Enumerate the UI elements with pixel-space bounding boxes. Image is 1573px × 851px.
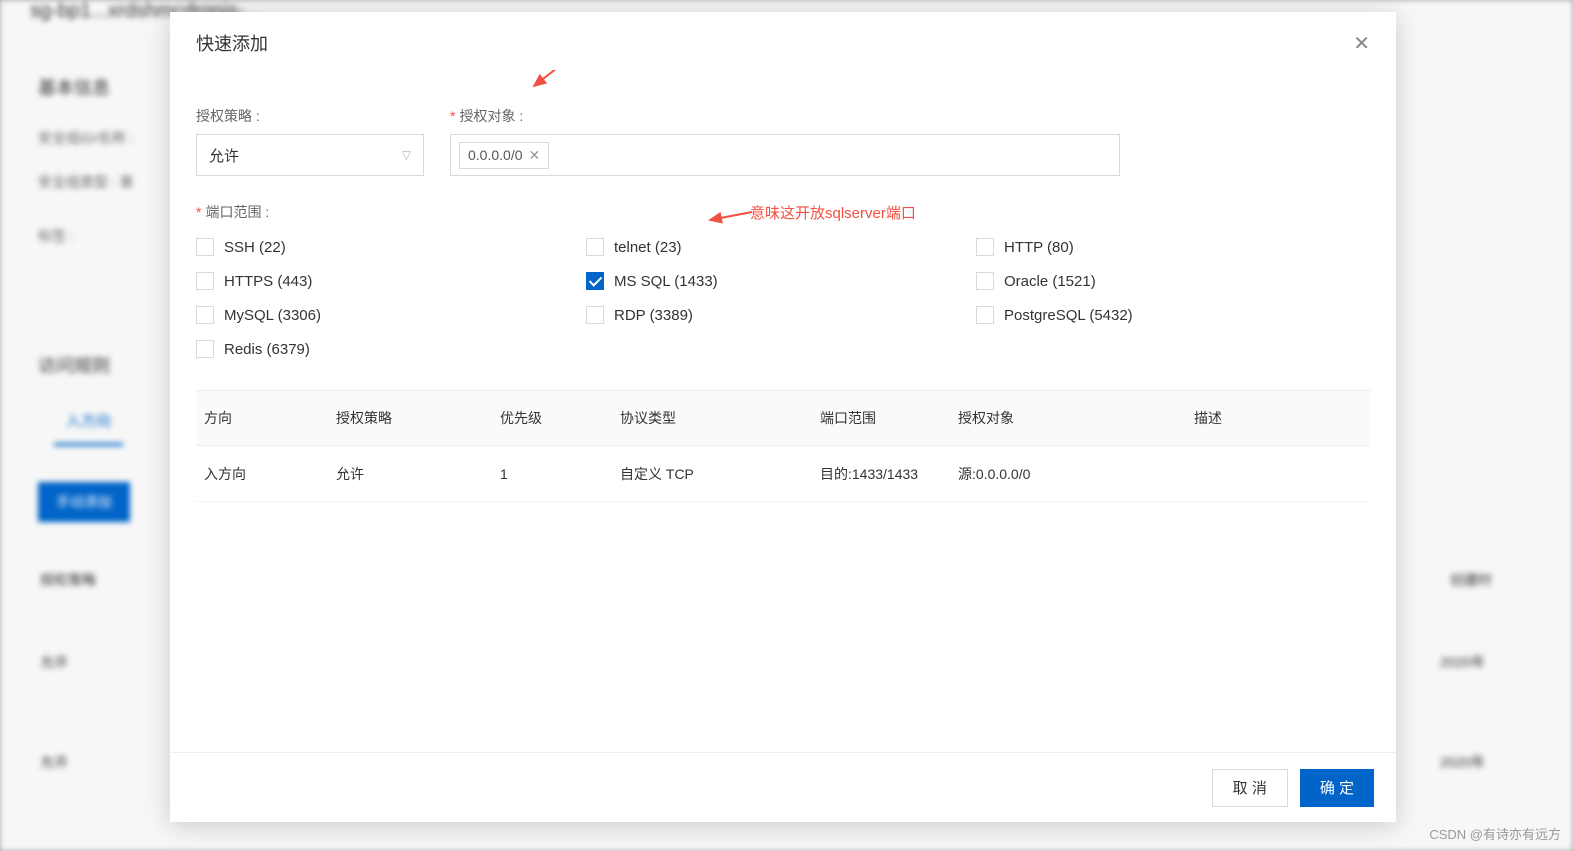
td-policy: 允许 (336, 464, 500, 484)
td-object: 源:0.0.0.0/0 (958, 464, 1194, 484)
auth-object-input[interactable]: 0.0.0.0/0 ✕ (450, 134, 1120, 176)
sg-type-label: 安全组类型 : 普 (38, 172, 134, 192)
checkbox[interactable] (586, 306, 604, 324)
checkbox[interactable] (196, 272, 214, 290)
checkbox[interactable] (586, 238, 604, 256)
port-option-label: PostgreSQL (5432) (1004, 307, 1133, 324)
checkbox[interactable] (586, 272, 604, 290)
bg-td-allow-1: 允许 (40, 652, 68, 672)
quick-add-modal: 快速添加 ✕ 授权策略 : 允许 ▽ *授权对象 : 0.0.0.0/0 ✕ (170, 12, 1396, 822)
modal-title: 快速添加 (196, 30, 268, 56)
port-option-label: Redis (6379) (224, 341, 310, 358)
bg-th-created: 创建时 (1450, 570, 1492, 590)
port-option-c1-0[interactable]: SSH (22) (196, 234, 586, 260)
checkbox[interactable] (976, 238, 994, 256)
th-direction: 方向 (196, 408, 336, 428)
td-port: 目的:1433/1433 (820, 464, 958, 484)
port-option-c1-2[interactable]: MySQL (3306) (196, 302, 586, 328)
port-option-c2-1[interactable]: MS SQL (1433) (586, 268, 976, 294)
port-option-c2-2[interactable]: RDP (3389) (586, 302, 976, 328)
basic-info-heading: 基本信息 (38, 74, 110, 100)
sg-id-label: 安全组ID/名称 : (38, 128, 134, 148)
ip-tag: 0.0.0.0/0 ✕ (459, 142, 549, 169)
th-port: 端口范围 (820, 408, 958, 428)
port-option-label: RDP (3389) (614, 307, 693, 324)
chevron-down-icon: ▽ (402, 148, 411, 162)
manual-add-button[interactable]: 手动添加 (38, 482, 130, 522)
port-option-label: SSH (22) (224, 239, 286, 256)
policy-label: 授权策略 : (196, 106, 424, 126)
policy-value: 允许 (209, 145, 239, 166)
port-option-c3-2[interactable]: PostgreSQL (5432) (976, 302, 1366, 328)
port-option-label: telnet (23) (614, 239, 682, 256)
checkbox[interactable] (196, 238, 214, 256)
bg-td-allow-2: 允许 (40, 752, 68, 772)
object-label: *授权对象 : (450, 106, 1120, 126)
td-protocol: 自定义 TCP (620, 464, 820, 484)
td-direction: 入方向 (196, 464, 336, 484)
bg-td-time-1: 2020年 (1440, 652, 1485, 672)
th-object: 授权对象 (958, 408, 1194, 428)
port-option-label: MySQL (3306) (224, 307, 321, 324)
port-option-c1-3[interactable]: Redis (6379) (196, 336, 586, 362)
policy-select[interactable]: 允许 ▽ (196, 134, 424, 176)
th-protocol: 协议类型 (620, 408, 820, 428)
bg-th-policy: 授权策略 (40, 570, 96, 590)
bg-td-time-2: 2020年 (1440, 752, 1485, 772)
checkbox[interactable] (196, 340, 214, 358)
port-range-label: *端口范围 : (196, 202, 1370, 222)
port-option-label: MS SQL (1433) (614, 273, 718, 290)
port-option-label: Oracle (1521) (1004, 273, 1096, 290)
td-priority: 1 (500, 466, 620, 482)
close-icon[interactable]: ✕ (1353, 31, 1370, 56)
th-desc: 描述 (1194, 408, 1354, 428)
port-option-c2-0[interactable]: telnet (23) (586, 234, 976, 260)
ok-button[interactable]: 确 定 (1300, 769, 1374, 807)
th-policy: 授权策略 (336, 408, 500, 428)
port-option-c3-1[interactable]: Oracle (1521) (976, 268, 1366, 294)
watermark: CSDN @有诗亦有远方 (1429, 824, 1561, 843)
checkbox[interactable] (976, 272, 994, 290)
port-option-c3-0[interactable]: HTTP (80) (976, 234, 1366, 260)
checkbox[interactable] (196, 306, 214, 324)
tag-label: 标签 : (38, 226, 74, 246)
cancel-button[interactable]: 取 消 (1212, 769, 1288, 807)
port-option-label: HTTPS (443) (224, 273, 312, 290)
port-option-c1-1[interactable]: HTTPS (443) (196, 268, 586, 294)
table-row: 入方向 允许 1 自定义 TCP 目的:1433/1433 源:0.0.0.0/… (196, 446, 1370, 502)
checkbox[interactable] (976, 306, 994, 324)
access-rules-heading: 访问规则 (38, 352, 110, 378)
rules-preview-table: 方向 授权策略 优先级 协议类型 端口范围 授权对象 描述 入方向 允许 1 自… (196, 390, 1370, 502)
port-options-grid: SSH (22) HTTPS (443) MySQL (3306) Redis (63… (196, 234, 1370, 362)
port-option-label: HTTP (80) (1004, 239, 1074, 256)
tab-inbound[interactable]: 入方向 (54, 410, 123, 446)
remove-tag-icon[interactable]: ✕ (529, 147, 541, 164)
th-priority: 优先级 (500, 408, 620, 428)
